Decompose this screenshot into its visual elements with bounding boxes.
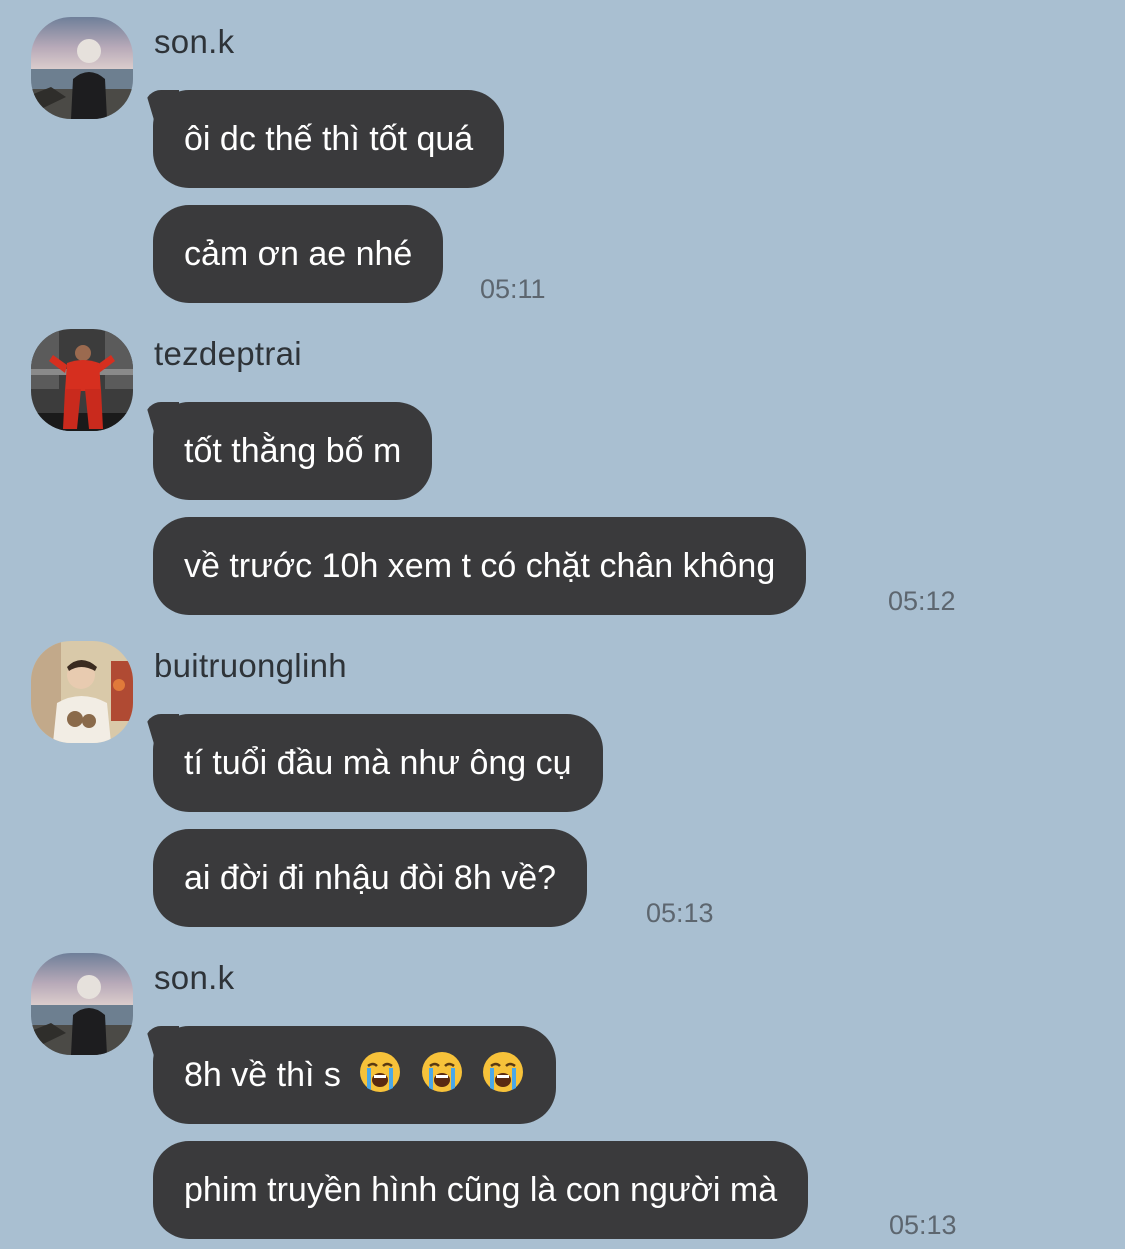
avatar-buitruonglinh[interactable] (31, 641, 133, 743)
sender-name: son.k (154, 959, 235, 996)
chat-message-list[interactable]: son.k ôi dc thế thì tốt quá cảm ơn ae nh… (0, 0, 1125, 1249)
avatar-son-k[interactable] (31, 953, 133, 1055)
message-bubble[interactable]: cảm ơn ae nhé (153, 205, 444, 303)
message-text: 8h về thì s (184, 1056, 341, 1094)
sender-name: son.k (154, 23, 235, 60)
loudly-crying-face-icon (481, 1050, 525, 1094)
message-timestamp: 05:13 (889, 1210, 957, 1240)
message-bubble[interactable]: ôi dc thế thì tốt quá (153, 90, 505, 188)
avatar-son-k[interactable] (31, 17, 133, 119)
sender-name: tezdeptrai (154, 335, 302, 372)
message-timestamp: 05:13 (646, 898, 714, 928)
message-group: son.k 8h về thì s phim truyền hình cũng … (0, 953, 1125, 1243)
message-bubble[interactable]: về trước 10h xem t có chặt chân không (153, 517, 807, 615)
avatar-tezdeptrai[interactable] (31, 329, 133, 431)
loudly-crying-face-icon (420, 1050, 464, 1094)
message-bubble[interactable]: ai đời đi nhậu đòi 8h về? (153, 829, 588, 927)
message-group: son.k ôi dc thế thì tốt quá cảm ơn ae nh… (0, 17, 1125, 307)
message-bubble[interactable]: tốt thằng bố m (153, 402, 433, 500)
message-group: buitruonglinh tí tuổi đầu mà như ông cụ … (0, 641, 1125, 931)
message-bubble[interactable]: tí tuổi đầu mà như ông cụ (153, 714, 603, 812)
message-timestamp: 05:12 (888, 586, 956, 616)
loudly-crying-face-icon (358, 1050, 402, 1094)
message-bubble[interactable]: 8h về thì s (153, 1026, 557, 1124)
message-bubble[interactable]: phim truyền hình cũng là con người mà (153, 1141, 809, 1239)
message-timestamp: 05:11 (480, 274, 546, 304)
message-group: tezdeptrai tốt thằng bố m về trước 10h x… (0, 329, 1125, 619)
sender-name: buitruonglinh (154, 647, 347, 684)
